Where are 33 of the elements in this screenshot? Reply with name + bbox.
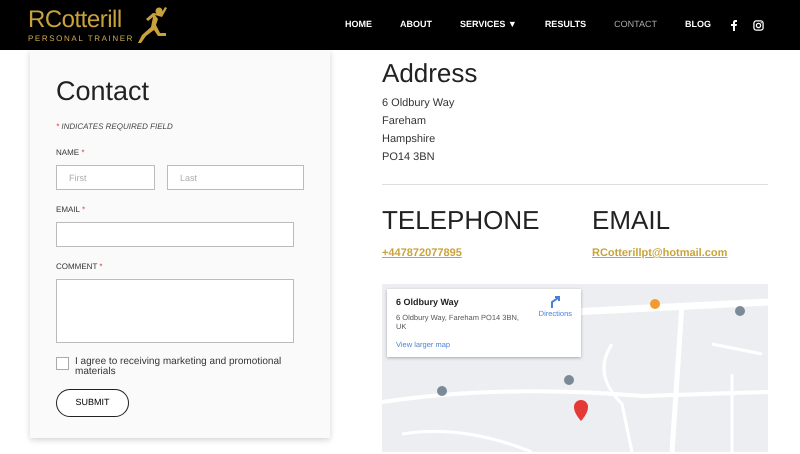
submit-button[interactable]: SUBMIT [56, 389, 129, 417]
comment-field[interactable] [56, 279, 294, 343]
place-title: 6 Oldbury Way [396, 296, 460, 309]
facebook-icon[interactable] [731, 20, 737, 30]
logo-tagline: PERSONAL TRAINER [28, 34, 134, 42]
nav-link[interactable]: HOME [345, 18, 372, 32]
runner-icon [138, 5, 168, 45]
telephone-heading: TELEPHONE [382, 207, 540, 233]
address-heading: Address [382, 60, 478, 86]
checkbox[interactable] [56, 357, 69, 370]
form-title: Contact [56, 78, 150, 105]
nav-link[interactable]: RESULTS [544, 18, 586, 32]
address-line: Hampshire [382, 132, 436, 147]
nav-link[interactable]: SERVICES ▼ [460, 18, 517, 32]
directions-icon [549, 296, 562, 308]
email-heading: EMAIL [592, 207, 670, 233]
field-label: NAME * [56, 147, 86, 159]
consent-label: I agree to receiving marketing and promotional materials [75, 357, 282, 377]
input-field[interactable]: Last [167, 165, 304, 190]
logo[interactable]: RCotterill PERSONAL TRAINER [28, 5, 168, 45]
required-note: * INDICATES REQUIRED FIELD [56, 121, 174, 133]
input-field[interactable]: First [56, 165, 155, 190]
address-line: 6 Oldbury Way [382, 96, 454, 111]
logo-name: RCotterill [28, 8, 123, 32]
address-line: PO14 3BN [382, 150, 435, 165]
field-label: EMAIL * [56, 204, 86, 216]
nav-link[interactable]: CONTACT [614, 18, 657, 32]
field-label: COMMENT * [56, 261, 104, 273]
nav-link[interactable]: ABOUT [400, 18, 432, 32]
address-line: Fareham [382, 114, 426, 129]
nav-link[interactable]: BLOG [685, 18, 711, 32]
instagram-icon[interactable] [753, 20, 764, 30]
input-field[interactable] [56, 222, 294, 247]
